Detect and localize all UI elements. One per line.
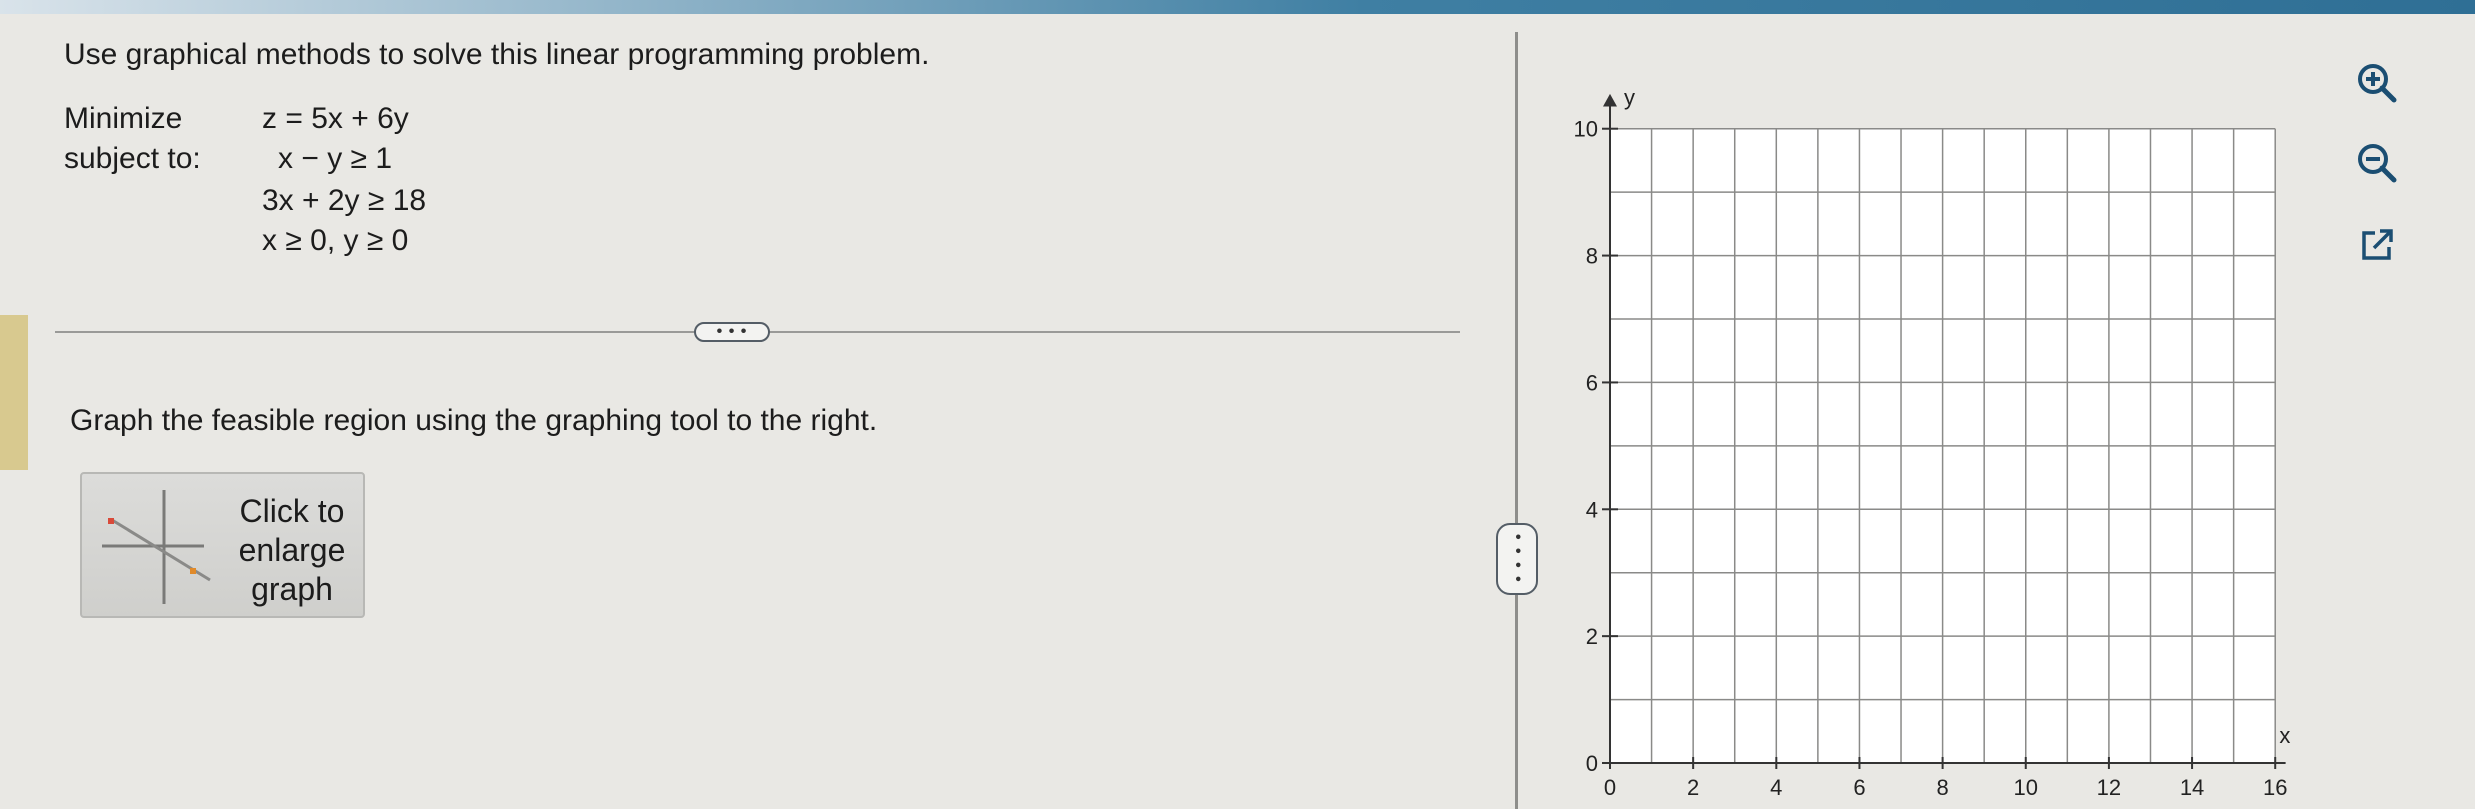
x-tick-label: 0 xyxy=(1604,775,1616,800)
x-tick-label: 10 xyxy=(2014,775,2038,800)
constraint-2: 3x + 2y ≥ 18 xyxy=(262,184,427,217)
graph-instruction: Graph the feasible region using the grap… xyxy=(70,404,878,437)
constraint-3: x ≥ 0, y ≥ 0 xyxy=(262,224,409,257)
x-axis-label: x xyxy=(2279,723,2290,748)
graphing-tool-canvas[interactable]: y x 0 2 4 6 8 10 12 14 16 0 2 4 6 8 10 xyxy=(1560,50,2340,809)
x-tick-label: 4 xyxy=(1770,775,1782,800)
constraint-1: x − y ≥ 1 xyxy=(278,142,393,175)
subject-to-label: subject to: xyxy=(64,142,201,175)
x-tick-label: 14 xyxy=(2180,775,2204,800)
y-axis-label: y xyxy=(1624,85,1635,110)
panel-splitter xyxy=(1515,32,1518,809)
y-tick-label: 0 xyxy=(1586,751,1598,776)
popout-button[interactable] xyxy=(2349,217,2405,273)
x-tick-label: 16 xyxy=(2263,775,2287,800)
y-tick-label: 2 xyxy=(1586,624,1598,649)
x-tick-label: 12 xyxy=(2097,775,2121,800)
problem-instruction: Use graphical methods to solve this line… xyxy=(64,38,930,71)
x-tick-label: 6 xyxy=(1853,775,1865,800)
zoom-in-icon xyxy=(2358,64,2397,103)
external-link-icon xyxy=(2362,229,2393,260)
zoom-in-button[interactable] xyxy=(2349,55,2405,111)
y-tick-label: 6 xyxy=(1586,370,1598,395)
x-tick-label: 2 xyxy=(1687,775,1699,800)
x-tick-label: 8 xyxy=(1936,775,1948,800)
y-tick-label: 10 xyxy=(1574,117,1598,142)
objective-function: z = 5x + 6y xyxy=(262,102,409,135)
splitter-handle-dots: • • • • xyxy=(1509,534,1526,584)
y-tick-label: 8 xyxy=(1586,244,1598,269)
zoom-out-button[interactable] xyxy=(2349,135,2405,191)
enlarge-label-line-3: graph xyxy=(251,571,333,607)
enlarge-label-line-2: enlarge xyxy=(238,532,346,568)
graph-thumbnail-icon xyxy=(102,490,211,604)
zoom-out-icon xyxy=(2358,144,2397,183)
enlarge-graph-button[interactable]: Click to enlarge graph xyxy=(80,472,365,618)
y-tick-label: 4 xyxy=(1586,497,1598,522)
show-more-button[interactable]: • • • xyxy=(694,322,770,342)
minimize-label: Minimize xyxy=(64,102,183,135)
enlarge-label-line-1: Click to xyxy=(239,493,345,529)
y-axis-arrow xyxy=(1603,93,1617,107)
top-banner xyxy=(0,0,2475,14)
splitter-handle[interactable]: • • • • xyxy=(1496,523,1538,595)
enlarge-graph-label: Click to enlarge graph xyxy=(232,492,352,609)
